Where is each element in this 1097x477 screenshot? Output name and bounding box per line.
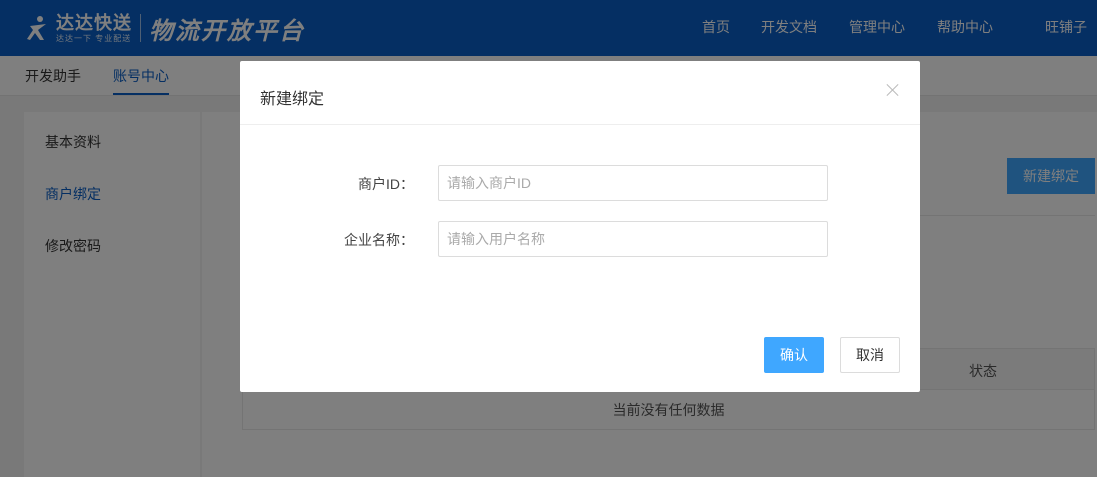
- cancel-button[interactable]: 取消: [840, 337, 900, 373]
- company-name-row: 企业名称：: [240, 221, 920, 257]
- merchant-id-input[interactable]: [438, 165, 828, 201]
- dialog-header: 新建绑定: [240, 61, 920, 125]
- merchant-id-label: 商户ID：: [358, 176, 414, 192]
- close-icon[interactable]: [886, 83, 900, 97]
- merchant-id-row: 商户ID：: [240, 165, 920, 201]
- dialog-title: 新建绑定: [260, 91, 325, 108]
- company-name-input[interactable]: [438, 221, 828, 257]
- new-binding-dialog: 新建绑定 商户ID： 企业名称： 确认 取消: [240, 61, 920, 392]
- confirm-button[interactable]: 确认: [764, 337, 824, 373]
- company-name-label: 企业名称：: [344, 232, 414, 248]
